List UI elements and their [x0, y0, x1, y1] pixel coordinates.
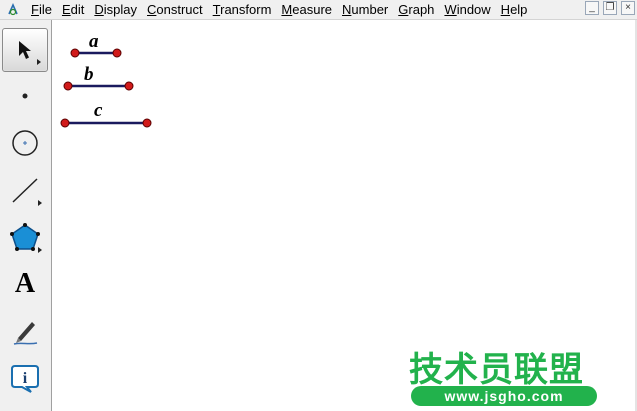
menu-edit[interactable]: Edit [57, 0, 89, 19]
minimize-button[interactable]: _ [585, 1, 599, 15]
polygon-tool[interactable] [2, 215, 48, 259]
segment-icon [12, 178, 38, 203]
segment-a-label[interactable]: a [89, 31, 99, 53]
pen-icon [13, 322, 38, 345]
segment-c-endpoint[interactable] [60, 118, 70, 128]
compass-tool[interactable] [2, 121, 48, 165]
sketchpad-app-icon[interactable] [6, 2, 20, 17]
text-A-icon: A [14, 268, 36, 299]
menu-file[interactable]: File [26, 0, 57, 19]
window-buttons: _ ❐ × [585, 1, 635, 15]
segment-c-label[interactable]: c [94, 100, 102, 122]
circle-icon [12, 130, 38, 156]
segment-c-endpoint[interactable] [142, 118, 152, 128]
menu-measure[interactable]: Measure [276, 0, 337, 19]
pentagon-icon [10, 223, 40, 251]
segment-b-endpoint[interactable] [124, 81, 134, 91]
menu-graph[interactable]: Graph [393, 0, 439, 19]
point-tool[interactable] [2, 74, 48, 118]
submenu-arrow-icon [38, 200, 42, 206]
segment-b-endpoint[interactable] [63, 81, 73, 91]
segment-a-endpoint[interactable] [112, 48, 122, 58]
restore-button[interactable]: ❐ [603, 1, 617, 15]
close-button[interactable]: × [621, 1, 635, 15]
toolbox: A i [0, 20, 52, 411]
menu-display[interactable]: Display [89, 0, 142, 19]
information-tool[interactable]: i [2, 356, 48, 400]
svg-text:i: i [23, 370, 28, 387]
arrow-cursor-icon [19, 41, 31, 59]
watermark-logo: 技术员联盟 www.jsgho.com [405, 342, 597, 408]
segment-b[interactable] [63, 81, 134, 91]
text-tool[interactable]: A [2, 262, 48, 306]
menu-transform[interactable]: Transform [208, 0, 277, 19]
arrow-select-tool[interactable] [2, 28, 48, 72]
marker-tool[interactable] [2, 309, 48, 353]
watermark-url: www.jsgho.com [411, 386, 597, 406]
segment-b-label[interactable]: b [84, 64, 94, 86]
submenu-arrow-icon [38, 247, 42, 253]
point-icon [22, 93, 28, 99]
menu-window[interactable]: Window [439, 0, 495, 19]
info-icon: i [11, 365, 39, 393]
watermark-title: 技术员联盟 [409, 350, 584, 390]
segment-a-endpoint[interactable] [70, 48, 80, 58]
menu-help[interactable]: Help [496, 0, 533, 19]
segment-c[interactable] [60, 118, 152, 128]
menu-bar: File Edit Display Construct Transform Me… [0, 0, 637, 20]
straightedge-tool[interactable] [2, 168, 48, 212]
menu-number[interactable]: Number [337, 0, 393, 19]
menu-construct[interactable]: Construct [142, 0, 208, 19]
submenu-arrow-icon [37, 59, 41, 65]
